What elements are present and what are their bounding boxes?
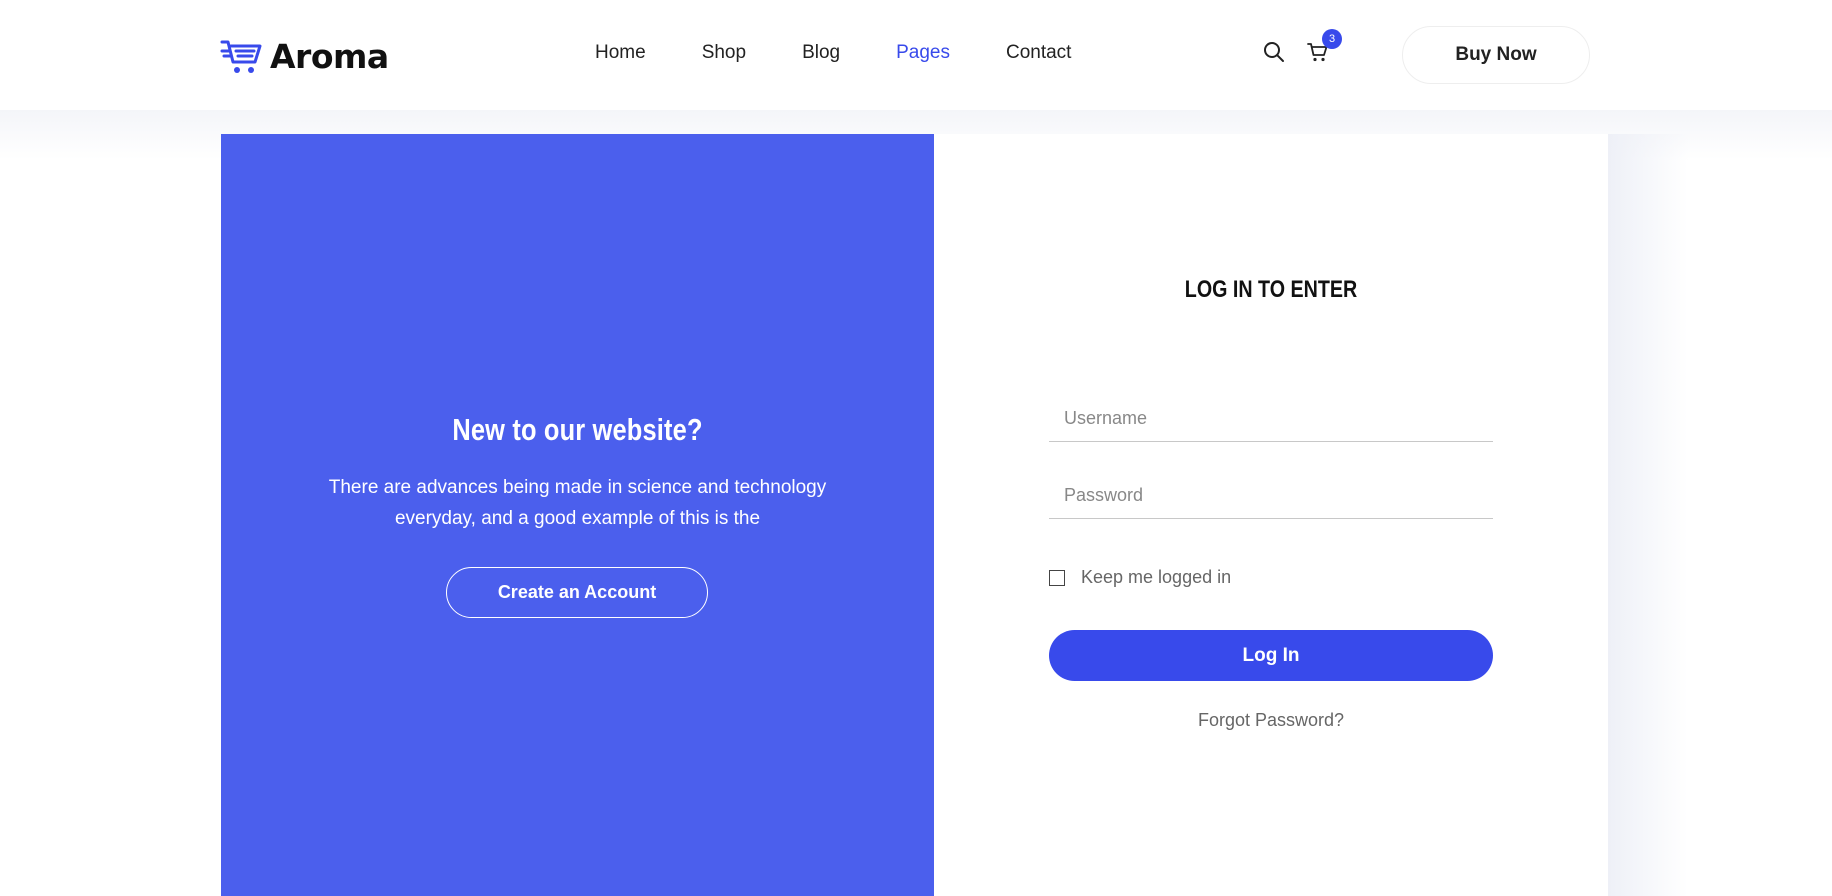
brand-name: Aroma — [270, 36, 389, 76]
register-description: There are advances being made in science… — [328, 477, 827, 529]
search-icon[interactable] — [1262, 40, 1286, 64]
nav-home[interactable]: Home — [595, 42, 646, 64]
nav-pages[interactable]: Pages — [896, 42, 950, 64]
buy-now-button[interactable]: Buy Now — [1402, 26, 1590, 84]
register-title: New to our website? — [452, 412, 703, 447]
nav-blog[interactable]: Blog — [802, 42, 840, 64]
keep-logged-in-checkbox[interactable] — [1049, 569, 1065, 586]
brand-logo[interactable]: Aroma — [220, 36, 389, 76]
card-shadow — [1608, 134, 1688, 896]
create-account-button[interactable]: Create an Account — [446, 567, 708, 618]
username-input[interactable] — [1049, 396, 1493, 442]
nav-shop[interactable]: Shop — [702, 42, 746, 64]
forgot-password-link[interactable]: Forgot Password? — [934, 710, 1608, 731]
login-button[interactable]: Log In — [1049, 630, 1493, 681]
main-nav: Home Shop Blog Pages Contact — [595, 42, 1127, 64]
login-panel: LOG IN TO ENTER Keep me logged in Log In… — [934, 134, 1608, 896]
site-header: Aroma Home Shop Blog Pages Contact 3 Buy… — [0, 0, 1832, 110]
nav-contact[interactable]: Contact — [1006, 42, 1071, 64]
keep-logged-in-label: Keep me logged in — [1081, 567, 1232, 587]
register-panel: New to our website? There are advances b… — [221, 134, 934, 896]
login-title: LOG IN TO ENTER — [1184, 276, 1358, 303]
password-input[interactable] — [1049, 473, 1493, 519]
cart-logo-icon — [220, 40, 262, 73]
cart-count-badge: 3 — [1322, 29, 1342, 49]
keep-logged-in[interactable]: Keep me logged in — [1049, 567, 1231, 588]
